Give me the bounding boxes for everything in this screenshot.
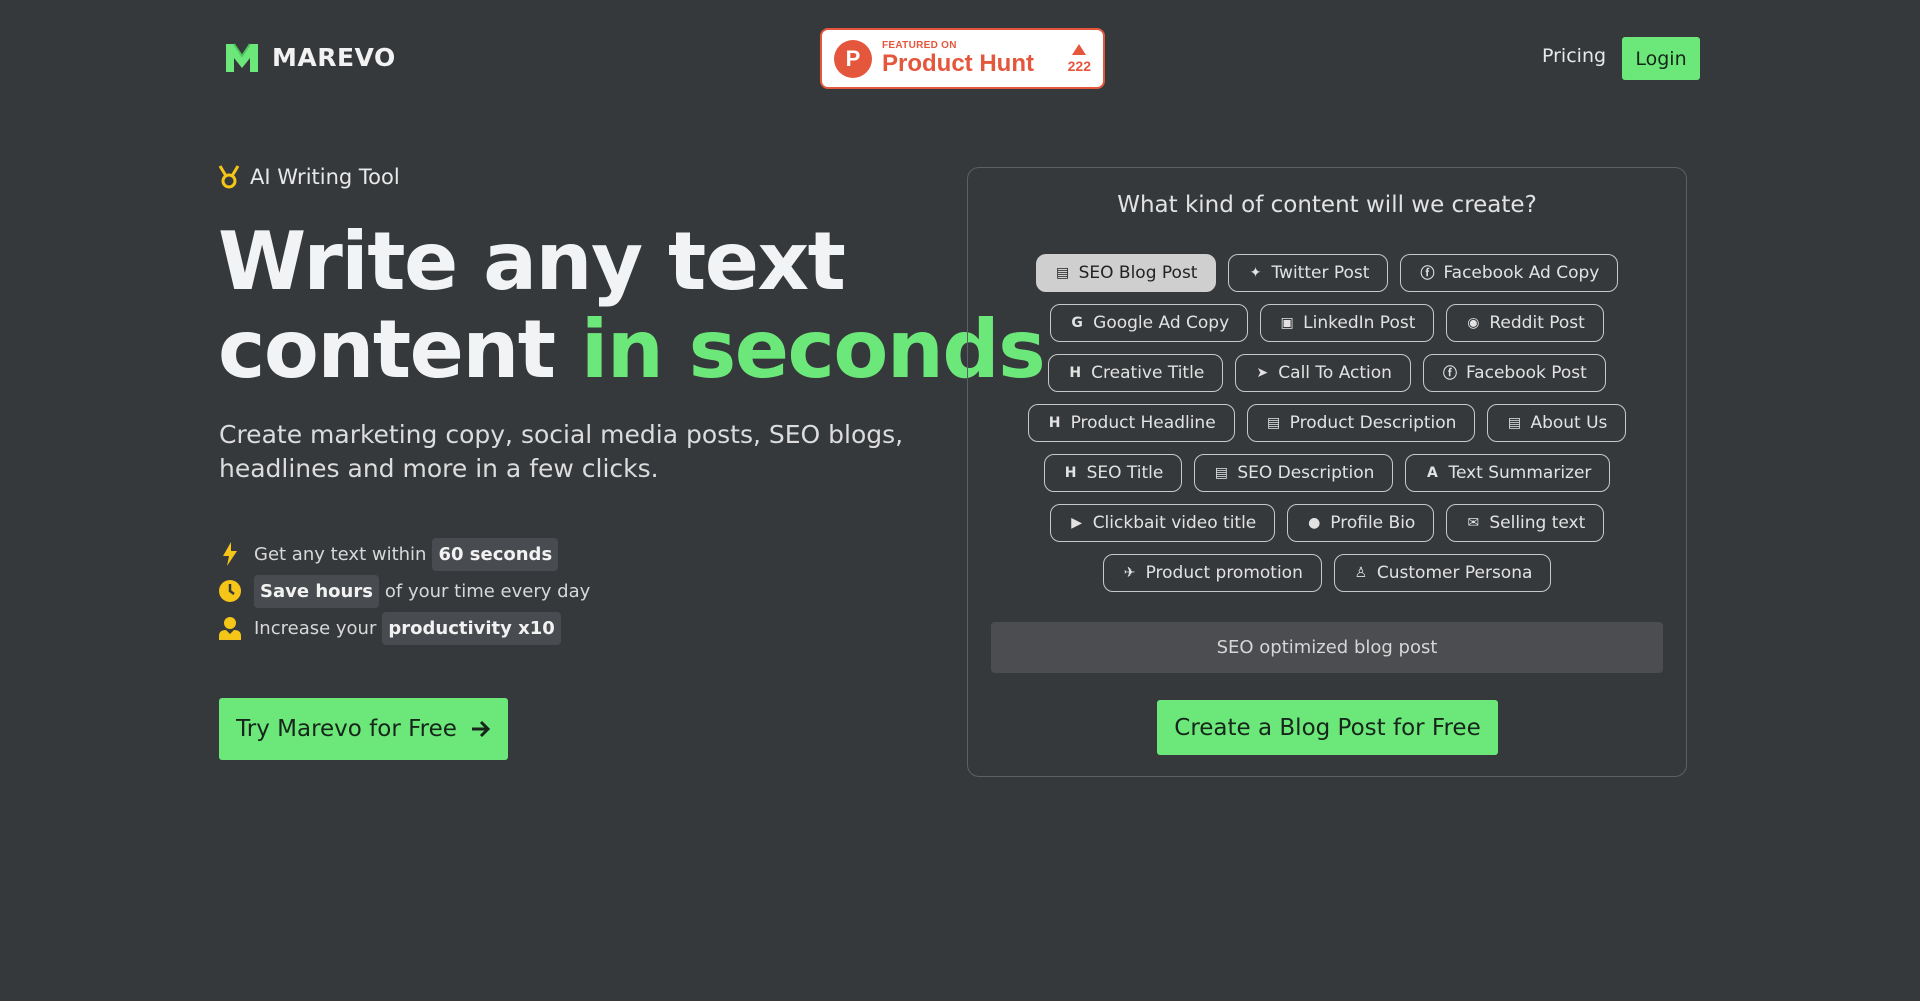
chip-label: LinkedIn Post	[1303, 313, 1416, 333]
content-type-card: What kind of content will we create? ▤ SE…	[967, 167, 1687, 777]
chip-label: Customer Persona	[1376, 563, 1533, 583]
chip-label: Reddit Post	[1489, 313, 1585, 333]
google-icon: G	[1071, 315, 1083, 331]
try-marevo-button[interactable]: Try Marevo for Free	[219, 698, 508, 760]
chip-label: Call To Action	[1278, 363, 1392, 383]
chip-text-summarizer[interactable]: A Text Summarizer	[1405, 454, 1611, 492]
user-circle-icon: ●	[1308, 515, 1321, 531]
hero-subtitle: Create marketing copy, social media post…	[219, 420, 904, 483]
clock-icon	[218, 579, 242, 603]
benefit-item: Save hours of your time every day	[218, 573, 590, 609]
chip-product-promotion[interactable]: ✈ Product promotion	[1102, 554, 1322, 592]
chip-facebook-ad-copy[interactable]: ⓕ Facebook Ad Copy	[1400, 254, 1619, 292]
user-icon	[218, 616, 242, 640]
heading-icon: H	[1064, 465, 1077, 481]
product-hunt-badge[interactable]: P FEATURED ON Product Hunt 222	[820, 28, 1105, 89]
chip-profile-bio[interactable]: ● Profile Bio	[1287, 504, 1435, 542]
heading-icon: H	[1048, 415, 1061, 431]
hero-tag-label: AI Writing Tool	[250, 165, 400, 189]
chip-call-to-action[interactable]: ➤ Call To Action	[1235, 354, 1411, 392]
logo-text: MAREVO	[272, 42, 396, 72]
hero-title-line1: Write any text	[218, 215, 846, 308]
hero-tag: AI Writing Tool	[218, 165, 400, 189]
document-icon: ▤	[1267, 415, 1281, 431]
document-icon: ▤	[1507, 415, 1522, 431]
create-blog-post-button[interactable]: Create a Blog Post for Free	[1157, 700, 1498, 755]
benefit-text: of your time every day	[384, 580, 591, 602]
product-hunt-name: Product Hunt	[882, 50, 1034, 77]
chip-linkedin-post[interactable]: ▣ LinkedIn Post	[1260, 304, 1435, 342]
chip-label: Clickbait video title	[1092, 513, 1257, 533]
chip-seo-description[interactable]: ▤ SEO Description	[1194, 454, 1394, 492]
marevo-logo-icon	[226, 43, 258, 72]
benefit-text: Get any text within	[254, 543, 427, 565]
twitter-icon: ✦	[1249, 265, 1262, 281]
content-type-options: ▤ SEO Blog Post ✦ Twitter Post ⓕ Facebook A…	[968, 254, 1686, 604]
chip-label: Twitter Post	[1271, 263, 1370, 283]
benefit-highlight: 60 seconds	[432, 537, 559, 571]
medal-icon	[218, 165, 240, 189]
arrow-right-icon	[471, 720, 491, 738]
rocket-icon: ✈	[1123, 565, 1136, 581]
chip-label: Facebook Ad Copy	[1443, 263, 1600, 283]
facebook-icon: ⓕ	[1420, 266, 1435, 282]
chip-creative-title[interactable]: H Creative Title	[1048, 354, 1224, 392]
document-icon: ▤	[1055, 265, 1070, 281]
chip-clickbait-video-title[interactable]: ▶ Clickbait video title	[1049, 504, 1276, 542]
reddit-icon: ◉	[1467, 315, 1480, 331]
youtube-icon: ▶	[1071, 515, 1083, 531]
chip-label: Selling text	[1489, 513, 1586, 533]
chip-label: Facebook Post	[1465, 363, 1587, 383]
nav-pricing-link[interactable]: Pricing	[1542, 45, 1606, 67]
chip-product-description[interactable]: ▤ Product Description	[1246, 404, 1476, 442]
chip-customer-persona[interactable]: ♙ Customer Persona	[1333, 554, 1552, 592]
chip-about-us[interactable]: ▤ About Us	[1487, 404, 1627, 442]
chip-selling-text[interactable]: ✉ Selling text	[1446, 504, 1605, 542]
chip-label: Product Headline	[1070, 413, 1216, 433]
chip-reddit-post[interactable]: ◉ Reddit Post	[1446, 304, 1604, 342]
font-icon: A	[1427, 465, 1438, 481]
linkedin-icon: ▣	[1280, 315, 1294, 331]
benefit-text: Increase your	[254, 617, 377, 639]
chip-product-headline[interactable]: H Product Headline	[1027, 404, 1235, 442]
card-title: What kind of content will we create?	[1117, 192, 1537, 218]
benefits-list: Get any text within 60 seconds Save hour…	[218, 536, 590, 647]
benefit-item: Increase your productivity x10	[218, 610, 590, 646]
site-header: MAREVO P FEATURED ON Product Hunt 222 Pr…	[0, 0, 1920, 116]
chip-seo-title[interactable]: H SEO Title	[1043, 454, 1183, 492]
chip-facebook-post[interactable]: ⓕ Facebook Post	[1422, 354, 1606, 392]
chip-label: SEO Description	[1237, 463, 1375, 483]
comments-icon: ✉	[1467, 515, 1480, 531]
location-arrow-icon: ➤	[1256, 365, 1269, 381]
chip-label: SEO Title	[1086, 463, 1164, 483]
chip-seo-blog-post[interactable]: ▤ SEO Blog Post	[1035, 254, 1217, 292]
facebook-icon: ⓕ	[1442, 366, 1457, 382]
login-button[interactable]: Login	[1622, 37, 1700, 80]
chip-label: Profile Bio	[1330, 513, 1416, 533]
chip-label: Google Ad Copy	[1093, 313, 1230, 333]
chip-label: Product Description	[1289, 413, 1457, 433]
hero-title: Write any text content in seconds	[218, 215, 1046, 396]
chip-google-ad-copy[interactable]: G Google Ad Copy	[1050, 304, 1249, 342]
benefit-item: Get any text within 60 seconds	[218, 536, 590, 572]
bolt-icon	[218, 542, 242, 566]
heading-icon: H	[1069, 365, 1082, 381]
content-type-input[interactable]: SEO optimized blog post	[991, 622, 1663, 673]
chip-label: About Us	[1530, 413, 1608, 433]
product-hunt-icon: P	[834, 39, 872, 78]
chip-label: SEO Blog Post	[1078, 263, 1198, 283]
document-icon: ▤	[1214, 465, 1228, 481]
benefit-highlight: productivity x10	[382, 611, 561, 645]
benefit-highlight: Save hours	[254, 574, 379, 608]
product-hunt-vote-count: 222	[1067, 57, 1091, 74]
chip-label: Product promotion	[1145, 563, 1303, 583]
user-tie-icon: ♙	[1354, 565, 1368, 581]
hero-title-line2: content	[218, 303, 581, 396]
chip-label: Text Summarizer	[1448, 463, 1592, 483]
chip-twitter-post[interactable]: ✦ Twitter Post	[1228, 254, 1389, 292]
upvote-arrow-icon	[1072, 43, 1087, 55]
chip-label: Creative Title	[1091, 363, 1205, 383]
try-marevo-label: Try Marevo for Free	[236, 716, 457, 742]
logo[interactable]: MAREVO	[224, 40, 396, 74]
